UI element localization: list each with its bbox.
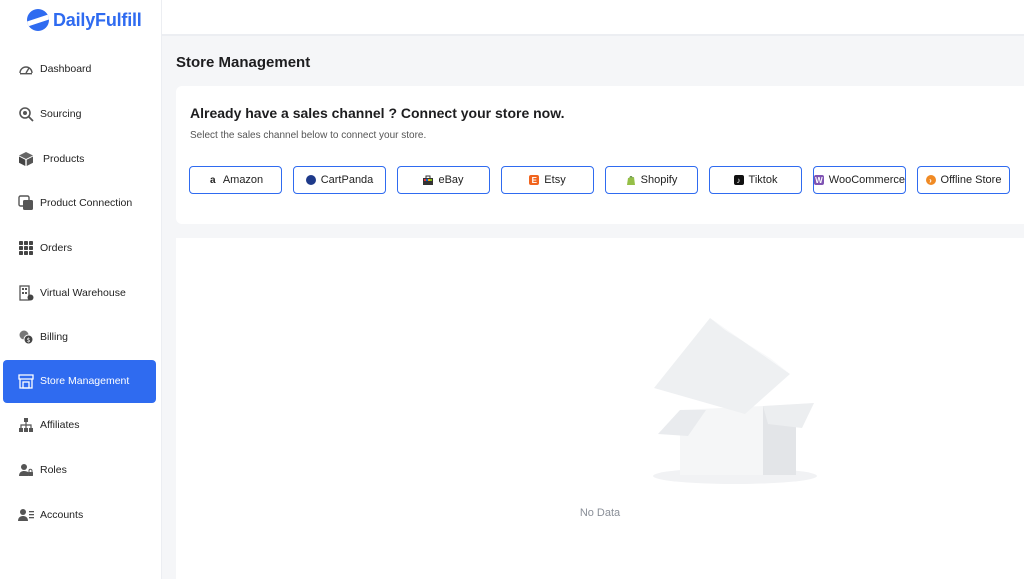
sidebar-item-label: Accounts xyxy=(40,508,84,521)
channel-button-offline-store[interactable]: › Offline Store xyxy=(917,166,1010,194)
sidebar-item-products[interactable]: Products xyxy=(0,136,162,181)
top-bar xyxy=(162,0,1024,36)
connect-subtitle: Select the sales channel below to connec… xyxy=(190,130,427,141)
building-icon xyxy=(18,285,34,301)
user-list-icon xyxy=(18,507,34,523)
tiktok-icon: ♪ xyxy=(733,175,744,185)
sidebar-item-label: Products xyxy=(43,152,85,165)
coins-icon: $ xyxy=(18,329,34,345)
channel-button-ebay[interactable]: eBay xyxy=(397,166,490,194)
connect-store-card: Already have a sales channel ? Connect y… xyxy=(176,86,1024,224)
network-icon xyxy=(18,417,34,433)
sidebar-item-roles[interactable]: Roles xyxy=(0,448,162,493)
channel-label: Amazon xyxy=(222,174,264,186)
sidebar-item-virtual-warehouse[interactable]: Virtual Warehouse xyxy=(0,270,162,315)
channel-button-shopify[interactable]: Shopify xyxy=(605,166,698,194)
channel-button-etsy[interactable]: E Etsy xyxy=(501,166,594,194)
channel-label: eBay xyxy=(438,174,464,186)
channel-list: a Amazon CartPanda eBay E Etsy Shopify ♪… xyxy=(189,166,1010,194)
cartpanda-icon xyxy=(305,175,316,185)
box-icon xyxy=(18,151,34,167)
sidebar-item-sourcing[interactable]: Sourcing xyxy=(0,92,162,137)
shopify-icon xyxy=(626,175,636,185)
sidebar-item-label: Store Management xyxy=(40,375,130,388)
empty-box-icon xyxy=(650,318,820,493)
offline-store-icon: › xyxy=(925,175,936,185)
channel-button-woocommerce[interactable]: W WooCommerce xyxy=(813,166,906,194)
channel-label: Tiktok xyxy=(748,174,778,186)
ebay-icon xyxy=(423,175,434,185)
sidebar-item-label: Dashboard xyxy=(40,63,92,76)
sidebar-item-dashboard[interactable]: Dashboard xyxy=(0,47,162,92)
sidebar: DailyFulfill Dashboard Sourcing Products… xyxy=(0,0,162,579)
sidebar-item-affiliates[interactable]: Affiliates xyxy=(0,403,162,448)
sidebar-item-label: Roles xyxy=(40,463,67,476)
channel-label: Offline Store xyxy=(940,174,1002,186)
sidebar-item-label: Product Connection xyxy=(40,197,133,210)
sidebar-item-label: Orders xyxy=(40,242,73,255)
search-icon xyxy=(18,106,34,122)
brand-logo[interactable]: DailyFulfill xyxy=(0,0,161,40)
no-data-text: No Data xyxy=(579,507,621,519)
channel-label: Etsy xyxy=(544,174,566,186)
channel-button-amazon[interactable]: a Amazon xyxy=(189,166,282,194)
sidebar-item-label: Affiliates xyxy=(40,419,80,432)
sidebar-nav: Dashboard Sourcing Products Product Conn… xyxy=(0,47,162,537)
connect-title: Already have a sales channel ? Connect y… xyxy=(190,105,565,121)
planet-logo-icon xyxy=(27,9,49,31)
svg-text:$: $ xyxy=(27,337,31,344)
channel-label: CartPanda xyxy=(320,174,374,186)
link-copy-icon xyxy=(18,195,34,211)
woocommerce-icon: W xyxy=(814,175,824,185)
sidebar-item-billing[interactable]: $ Billing xyxy=(0,315,162,360)
sidebar-item-label: Sourcing xyxy=(40,108,82,121)
channel-label: Shopify xyxy=(640,174,678,186)
brand-name: DailyFulfill xyxy=(53,9,142,30)
channel-button-tiktok[interactable]: ♪ Tiktok xyxy=(709,166,802,194)
sidebar-item-label: Billing xyxy=(40,331,69,344)
sidebar-item-accounts[interactable]: Accounts xyxy=(0,492,162,537)
sidebar-item-store-management[interactable]: Store Management xyxy=(3,359,156,403)
sidebar-item-label: Virtual Warehouse xyxy=(40,286,126,299)
channel-button-cartpanda[interactable]: CartPanda xyxy=(293,166,386,194)
grid-icon xyxy=(18,240,34,256)
empty-state-panel: No Data xyxy=(176,238,1024,579)
sidebar-item-orders[interactable]: Orders xyxy=(0,226,162,271)
user-lock-icon xyxy=(18,462,34,478)
sidebar-item-product-connection[interactable]: Product Connection xyxy=(0,181,162,226)
etsy-icon: E xyxy=(529,175,540,185)
store-icon xyxy=(18,373,34,389)
dashboard-gauge-icon xyxy=(18,61,34,77)
channel-label: WooCommerce xyxy=(828,174,905,186)
page-title: Store Management xyxy=(176,54,311,71)
amazon-icon: a xyxy=(210,174,216,186)
